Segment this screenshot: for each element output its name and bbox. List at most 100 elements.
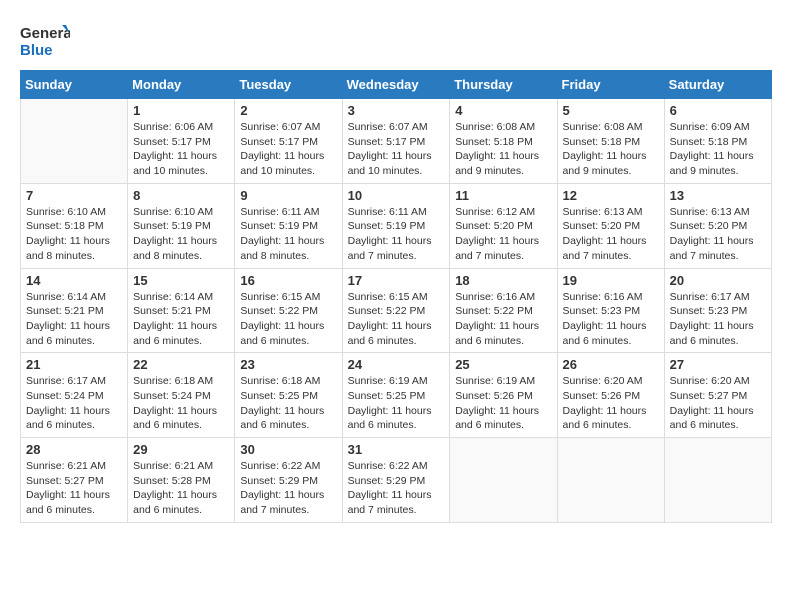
svg-text:Blue: Blue: [20, 42, 53, 59]
day-info: Sunrise: 6:12 AM Sunset: 5:20 PM Dayligh…: [455, 205, 551, 264]
day-info: Sunrise: 6:22 AM Sunset: 5:29 PM Dayligh…: [240, 459, 336, 518]
day-info: Sunrise: 6:18 AM Sunset: 5:24 PM Dayligh…: [133, 374, 229, 433]
calendar-cell: 15 Sunrise: 6:14 AM Sunset: 5:21 PM Dayli…: [128, 268, 235, 353]
calendar-cell: 9Sunrise: 6:11 AM Sunset: 5:19 PM Daylig…: [235, 183, 342, 268]
weekday-header-tuesday: Tuesday: [235, 71, 342, 99]
calendar-cell: [450, 438, 557, 523]
calendar-cell: 28 Sunrise: 6:21 AM Sunset: 5:27 PM Dayli…: [21, 438, 128, 523]
weekday-header-saturday: Saturday: [664, 71, 771, 99]
day-info: Sunrise: 6:21 AM Sunset: 5:27 PM Dayligh…: [26, 459, 122, 518]
day-number: 25: [455, 357, 551, 372]
day-info: Sunrise: 6:06 AM Sunset: 5:17 PM Dayligh…: [133, 120, 229, 179]
calendar-cell: [557, 438, 664, 523]
day-info: Sunrise: 6:16 AM Sunset: 5:23 PM Dayligh…: [563, 290, 659, 349]
calendar-cell: 21Sunrise: 6:17 AM Sunset: 5:24 PM Dayli…: [21, 353, 128, 438]
day-number: 5: [563, 103, 659, 118]
day-info: Sunrise: 6:11 AM Sunset: 5:19 PM Dayligh…: [348, 205, 445, 264]
day-number: 3: [348, 103, 445, 118]
calendar-cell: 13 Sunrise: 6:13 AM Sunset: 5:20 PM Dayli…: [664, 183, 771, 268]
day-number: 22: [133, 357, 229, 372]
calendar-cell: 6Sunrise: 6:09 AM Sunset: 5:18 PM Daylig…: [664, 99, 771, 184]
calendar-cell: 22 Sunrise: 6:18 AM Sunset: 5:24 PM Dayli…: [128, 353, 235, 438]
calendar-cell: 5 Sunrise: 6:08 AM Sunset: 5:18 PM Daylig…: [557, 99, 664, 184]
day-number: 17: [348, 273, 445, 288]
calendar-cell: 26 Sunrise: 6:20 AM Sunset: 5:26 PM Dayli…: [557, 353, 664, 438]
logo: GeneralBlue: [20, 20, 70, 60]
calendar-cell: 18 Sunrise: 6:16 AM Sunset: 5:22 PM Dayli…: [450, 268, 557, 353]
calendar-week-3: 14Sunrise: 6:14 AM Sunset: 5:21 PM Dayli…: [21, 268, 772, 353]
calendar-cell: 8 Sunrise: 6:10 AM Sunset: 5:19 PM Daylig…: [128, 183, 235, 268]
day-number: 27: [670, 357, 766, 372]
calendar-cell: 12Sunrise: 6:13 AM Sunset: 5:20 PM Dayli…: [557, 183, 664, 268]
day-info: Sunrise: 6:20 AM Sunset: 5:27 PM Dayligh…: [670, 374, 766, 433]
day-info: Sunrise: 6:07 AM Sunset: 5:17 PM Dayligh…: [240, 120, 336, 179]
svg-text:General: General: [20, 25, 70, 42]
day-info: Sunrise: 6:14 AM Sunset: 5:21 PM Dayligh…: [26, 290, 122, 349]
day-info: Sunrise: 6:13 AM Sunset: 5:20 PM Dayligh…: [670, 205, 766, 264]
calendar-cell: 27 Sunrise: 6:20 AM Sunset: 5:27 PM Dayli…: [664, 353, 771, 438]
calendar-cell: 17 Sunrise: 6:15 AM Sunset: 5:22 PM Dayli…: [342, 268, 450, 353]
logo-svg: GeneralBlue: [20, 20, 70, 60]
day-info: Sunrise: 6:22 AM Sunset: 5:29 PM Dayligh…: [348, 459, 445, 518]
weekday-header-thursday: Thursday: [450, 71, 557, 99]
day-number: 15: [133, 273, 229, 288]
weekday-header-sunday: Sunday: [21, 71, 128, 99]
day-number: 28: [26, 442, 122, 457]
weekday-header-wednesday: Wednesday: [342, 71, 450, 99]
day-number: 26: [563, 357, 659, 372]
calendar-cell: 24 Sunrise: 6:19 AM Sunset: 5:25 PM Dayli…: [342, 353, 450, 438]
day-info: Sunrise: 6:08 AM Sunset: 5:18 PM Dayligh…: [455, 120, 551, 179]
calendar-cell: [21, 99, 128, 184]
day-number: 18: [455, 273, 551, 288]
day-number: 23: [240, 357, 336, 372]
day-number: 29: [133, 442, 229, 457]
calendar-week-4: 21Sunrise: 6:17 AM Sunset: 5:24 PM Dayli…: [21, 353, 772, 438]
calendar-cell: 14Sunrise: 6:14 AM Sunset: 5:21 PM Dayli…: [21, 268, 128, 353]
calendar-cell: [664, 438, 771, 523]
day-number: 10: [348, 188, 445, 203]
calendar-cell: 19Sunrise: 6:16 AM Sunset: 5:23 PM Dayli…: [557, 268, 664, 353]
day-number: 1: [133, 103, 229, 118]
day-number: 9: [240, 188, 336, 203]
day-info: Sunrise: 6:10 AM Sunset: 5:18 PM Dayligh…: [26, 205, 122, 264]
weekday-header-monday: Monday: [128, 71, 235, 99]
day-number: 13: [670, 188, 766, 203]
day-number: 2: [240, 103, 336, 118]
day-number: 24: [348, 357, 445, 372]
day-number: 31: [348, 442, 445, 457]
day-number: 20: [670, 273, 766, 288]
calendar-week-1: 1 Sunrise: 6:06 AM Sunset: 5:17 PM Daylig…: [21, 99, 772, 184]
day-info: Sunrise: 6:19 AM Sunset: 5:25 PM Dayligh…: [348, 374, 445, 433]
calendar-cell: 2 Sunrise: 6:07 AM Sunset: 5:17 PM Daylig…: [235, 99, 342, 184]
weekday-header-friday: Friday: [557, 71, 664, 99]
day-info: Sunrise: 6:17 AM Sunset: 5:23 PM Dayligh…: [670, 290, 766, 349]
calendar-cell: 25 Sunrise: 6:19 AM Sunset: 5:26 PM Dayli…: [450, 353, 557, 438]
calendar-cell: 20 Sunrise: 6:17 AM Sunset: 5:23 PM Dayli…: [664, 268, 771, 353]
calendar-week-2: 7Sunrise: 6:10 AM Sunset: 5:18 PM Daylig…: [21, 183, 772, 268]
day-number: 16: [240, 273, 336, 288]
day-number: 4: [455, 103, 551, 118]
day-info: Sunrise: 6:20 AM Sunset: 5:26 PM Dayligh…: [563, 374, 659, 433]
day-number: 6: [670, 103, 766, 118]
day-info: Sunrise: 6:17 AM Sunset: 5:24 PM Dayligh…: [26, 374, 122, 433]
day-number: 30: [240, 442, 336, 457]
calendar-cell: 7Sunrise: 6:10 AM Sunset: 5:18 PM Daylig…: [21, 183, 128, 268]
day-info: Sunrise: 6:16 AM Sunset: 5:22 PM Dayligh…: [455, 290, 551, 349]
weekday-header-row: SundayMondayTuesdayWednesdayThursdayFrid…: [21, 71, 772, 99]
day-number: 8: [133, 188, 229, 203]
calendar-cell: 16Sunrise: 6:15 AM Sunset: 5:22 PM Dayli…: [235, 268, 342, 353]
day-info: Sunrise: 6:18 AM Sunset: 5:25 PM Dayligh…: [240, 374, 336, 433]
day-info: Sunrise: 6:21 AM Sunset: 5:28 PM Dayligh…: [133, 459, 229, 518]
calendar-cell: 1 Sunrise: 6:06 AM Sunset: 5:17 PM Daylig…: [128, 99, 235, 184]
day-number: 11: [455, 188, 551, 203]
calendar-cell: 11 Sunrise: 6:12 AM Sunset: 5:20 PM Dayli…: [450, 183, 557, 268]
calendar-cell: 30 Sunrise: 6:22 AM Sunset: 5:29 PM Dayli…: [235, 438, 342, 523]
day-info: Sunrise: 6:14 AM Sunset: 5:21 PM Dayligh…: [133, 290, 229, 349]
day-info: Sunrise: 6:07 AM Sunset: 5:17 PM Dayligh…: [348, 120, 445, 179]
day-info: Sunrise: 6:15 AM Sunset: 5:22 PM Dayligh…: [348, 290, 445, 349]
day-info: Sunrise: 6:10 AM Sunset: 5:19 PM Dayligh…: [133, 205, 229, 264]
calendar-table: SundayMondayTuesdayWednesdayThursdayFrid…: [20, 70, 772, 523]
day-info: Sunrise: 6:08 AM Sunset: 5:18 PM Dayligh…: [563, 120, 659, 179]
day-info: Sunrise: 6:13 AM Sunset: 5:20 PM Dayligh…: [563, 205, 659, 264]
day-info: Sunrise: 6:19 AM Sunset: 5:26 PM Dayligh…: [455, 374, 551, 433]
